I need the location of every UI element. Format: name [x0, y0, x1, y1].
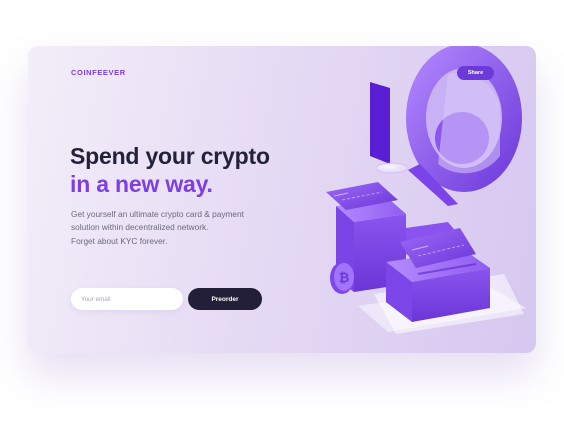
crypto-card-illustration: ₿: [326, 46, 526, 334]
brand-logo[interactable]: COINFEEVER: [71, 68, 126, 77]
description-line: solution within decentralized network.: [71, 222, 209, 233]
description-line: Get yourself an ultimate crypto card & p…: [71, 209, 244, 219]
bitcoin-coin-icon: ₿: [330, 262, 354, 294]
headline-line-2: in a new way.: [70, 171, 213, 197]
headline-line-1: Spend your crypto: [70, 143, 270, 169]
description-line: Forget about KYC forever.: [71, 235, 168, 246]
preorder-button[interactable]: Preorder: [188, 288, 262, 310]
hero-description: Get yourself an ultimate crypto card & p…: [71, 208, 291, 248]
email-field[interactable]: [71, 288, 183, 310]
svg-text:₿: ₿: [339, 271, 350, 286]
glass-disc-shape: [375, 162, 409, 174]
hero-card: COINFEEVER Share Spend your crypto in a …: [28, 46, 536, 353]
share-button[interactable]: Share: [457, 66, 494, 80]
back-slab-shape: [370, 82, 390, 164]
hero-headline: Spend your crypto in a new way.: [70, 142, 270, 198]
